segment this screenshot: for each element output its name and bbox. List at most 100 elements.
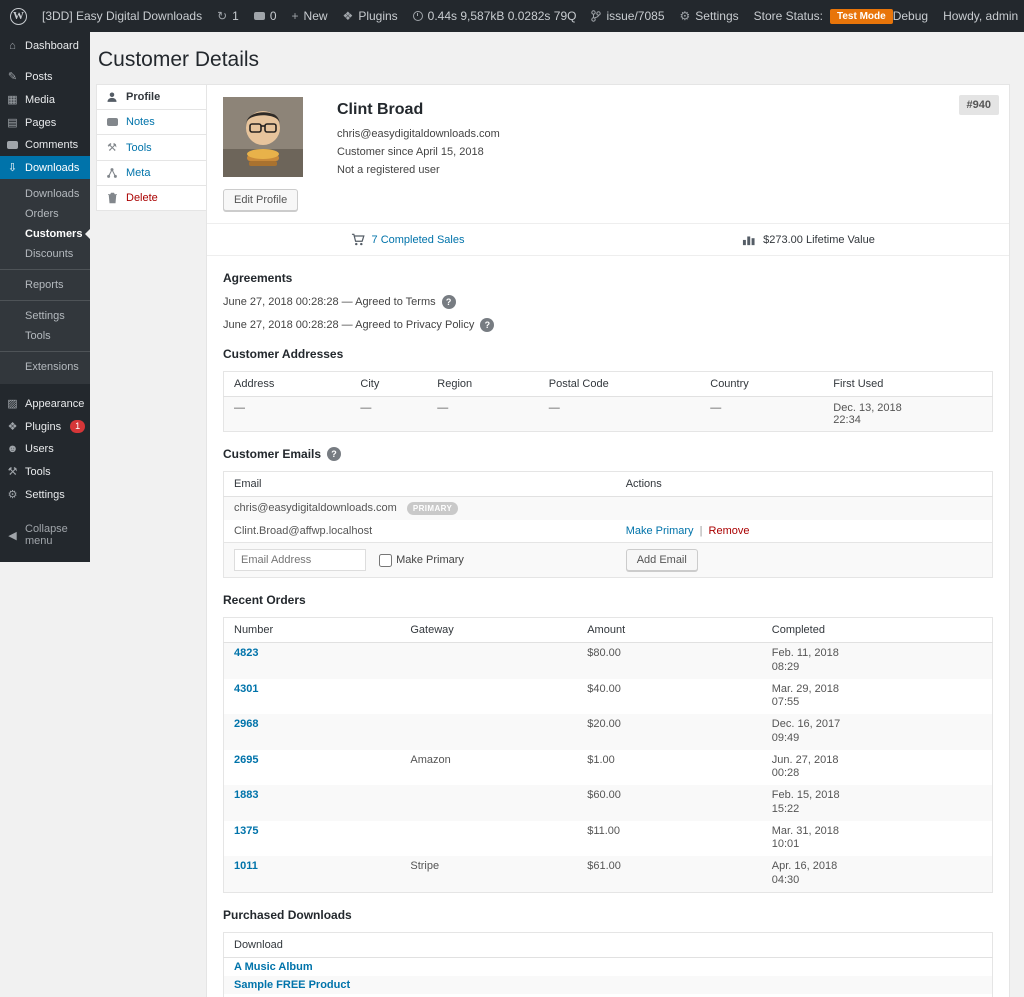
updates-menu[interactable]: ↻ 1: [217, 9, 239, 23]
terms-agreement-text: June 27, 2018 00:28:28 — Agreed to Terms: [223, 296, 436, 308]
column-header-country: Country: [700, 372, 823, 397]
page-title: Customer Details: [96, 40, 1010, 84]
sidebar-label-plugins: Plugins: [25, 421, 61, 433]
sidebar-item-settings[interactable]: ⚙ Settings: [0, 483, 90, 506]
order-number-link[interactable]: 1375: [234, 825, 258, 837]
download-row: Sample FREE Product: [224, 976, 993, 994]
branch-label: issue/7085: [606, 9, 664, 23]
debug-menu[interactable]: Debug: [893, 9, 928, 23]
customer-photo: [223, 97, 303, 177]
new-content-menu[interactable]: + New: [292, 9, 328, 23]
order-amount-cell: $20.00: [577, 714, 762, 750]
action-separator: |: [700, 525, 703, 537]
site-name-link[interactable]: [3DD] Easy Digital Downloads: [42, 9, 202, 23]
sidebar-item-appearance[interactable]: ▨ Appearance: [0, 392, 90, 415]
sidebar-item-downloads[interactable]: ⇩ Downloads: [0, 156, 90, 179]
sidebar-item-dashboard[interactable]: ⌂ Dashboard: [0, 35, 90, 57]
email-address-input[interactable]: [234, 549, 366, 571]
wordpress-menu[interactable]: W: [10, 8, 27, 25]
howdy-label: Howdy, admin: [943, 9, 1018, 23]
tab-tools[interactable]: ⚒ Tools: [96, 134, 207, 161]
git-branch-menu[interactable]: issue/7085: [591, 9, 664, 23]
order-number-link[interactable]: 4301: [234, 683, 258, 695]
order-number-link[interactable]: 2968: [234, 718, 258, 730]
submenu-item-orders[interactable]: Orders: [0, 204, 90, 224]
sidebar-item-comments[interactable]: Comments: [0, 134, 90, 156]
order-number-link[interactable]: 1011: [234, 860, 258, 872]
admin-bar-right: Debug Howdy, admin: [893, 8, 1024, 24]
comments-menu[interactable]: 0: [254, 9, 277, 23]
order-row: 1011 Stripe $61.00 Apr. 16, 201804:30: [224, 856, 993, 892]
column-header-region: Region: [427, 372, 539, 397]
purchased-downloads-section: Purchased Downloads Download A Music Alb…: [223, 908, 993, 997]
add-email-button-cell: Add Email: [616, 543, 993, 578]
store-status-menu[interactable]: Store Status: Test Mode: [754, 9, 893, 24]
plugins-menu[interactable]: ❖ Plugins: [343, 9, 398, 23]
help-icon[interactable]: ?: [480, 318, 494, 332]
query-monitor-menu[interactable]: 0.44s 9,587kB 0.0282s 79Q: [413, 9, 577, 23]
primary-email-actions-cell: [616, 497, 993, 521]
customer-name: Clint Broad: [337, 101, 500, 119]
column-header-email: Email: [224, 472, 616, 497]
tab-label-profile: Profile: [126, 91, 160, 103]
column-header-actions: Actions: [616, 472, 993, 497]
comments-count: 0: [270, 9, 277, 23]
address-row: — — — — — Dec. 13, 2018 22:34: [224, 397, 993, 432]
download-link[interactable]: Sample FREE Product: [234, 979, 350, 991]
make-primary-checkbox-label: Make Primary: [396, 554, 464, 566]
sidebar-label-users: Users: [25, 443, 54, 455]
submenu-item-downloads[interactable]: Downloads: [0, 184, 90, 204]
sidebar-item-plugins[interactable]: ❖ Plugins 1: [0, 415, 90, 438]
order-number-link[interactable]: 4823: [234, 647, 258, 659]
plugin-icon: ❖: [343, 9, 354, 23]
order-row: 4301 $40.00 Mar. 29, 201807:55: [224, 679, 993, 715]
download-row: One More Sample Product: [224, 994, 993, 997]
make-primary-link[interactable]: Make Primary: [626, 525, 694, 537]
gear-icon: ⚙: [680, 9, 691, 23]
sidebar-item-media[interactable]: ▦ Media: [0, 88, 90, 111]
tab-label-notes: Notes: [126, 116, 155, 128]
profile-icon: [105, 91, 119, 103]
submenu-item-reports[interactable]: Reports: [0, 275, 90, 295]
tab-meta[interactable]: Meta: [96, 160, 207, 186]
emails-table: Email Actions chris@easydigitaldownloads…: [223, 471, 993, 578]
sidebar-label-posts: Posts: [25, 71, 53, 83]
order-amount-cell: $60.00: [577, 785, 762, 821]
privacy-agreement-text: June 27, 2018 00:28:28 — Agreed to Priva…: [223, 319, 474, 331]
customer-header: Edit Profile Clint Broad chris@easydigit…: [223, 97, 993, 211]
edit-profile-button[interactable]: Edit Profile: [223, 189, 298, 211]
sidebar-item-users[interactable]: ☻ Users: [0, 438, 90, 460]
settings-label: Settings: [695, 9, 738, 23]
submenu-item-discounts[interactable]: Discounts: [0, 244, 90, 264]
sidebar-item-pages[interactable]: ▤ Pages: [0, 111, 90, 134]
sidebar-label-downloads: Downloads: [25, 162, 79, 174]
order-completed-cell: Mar. 31, 201810:01: [762, 821, 993, 857]
submenu-item-extensions[interactable]: Extensions: [0, 357, 90, 377]
column-header-completed: Completed: [762, 618, 993, 643]
collapse-menu-button[interactable]: ◀ Collapse menu: [0, 518, 90, 552]
column-header-download: Download: [224, 932, 993, 957]
settings-menu[interactable]: ⚙ Settings: [680, 9, 739, 23]
submenu-item-settings[interactable]: Settings: [0, 306, 90, 326]
account-menu[interactable]: Howdy, admin: [943, 8, 1024, 24]
order-number-link[interactable]: 2695: [234, 754, 258, 766]
tab-profile[interactable]: Profile: [96, 84, 207, 110]
users-icon: ☻: [6, 443, 19, 455]
download-link[interactable]: A Music Album: [234, 961, 313, 973]
submenu-item-tools[interactable]: Tools: [0, 326, 90, 346]
remove-email-link[interactable]: Remove: [709, 525, 750, 537]
help-icon[interactable]: ?: [442, 295, 456, 309]
add-email-button[interactable]: Add Email: [626, 549, 698, 571]
tab-delete[interactable]: Delete: [96, 185, 207, 211]
sidebar-item-tools[interactable]: ⚒ Tools: [0, 460, 90, 483]
make-primary-checkbox[interactable]: [379, 554, 392, 567]
new-label: New: [304, 9, 328, 23]
order-number-link[interactable]: 1883: [234, 789, 258, 801]
completed-sales-link[interactable]: 7 Completed Sales: [372, 234, 465, 246]
wrench-icon: ⚒: [105, 141, 119, 154]
tools-icon: ⚒: [6, 465, 19, 478]
help-icon[interactable]: ?: [327, 447, 341, 461]
submenu-item-customers[interactable]: Customers: [0, 224, 90, 244]
sidebar-item-posts[interactable]: ✎ Posts: [0, 65, 90, 88]
tab-notes[interactable]: Notes: [96, 109, 207, 135]
